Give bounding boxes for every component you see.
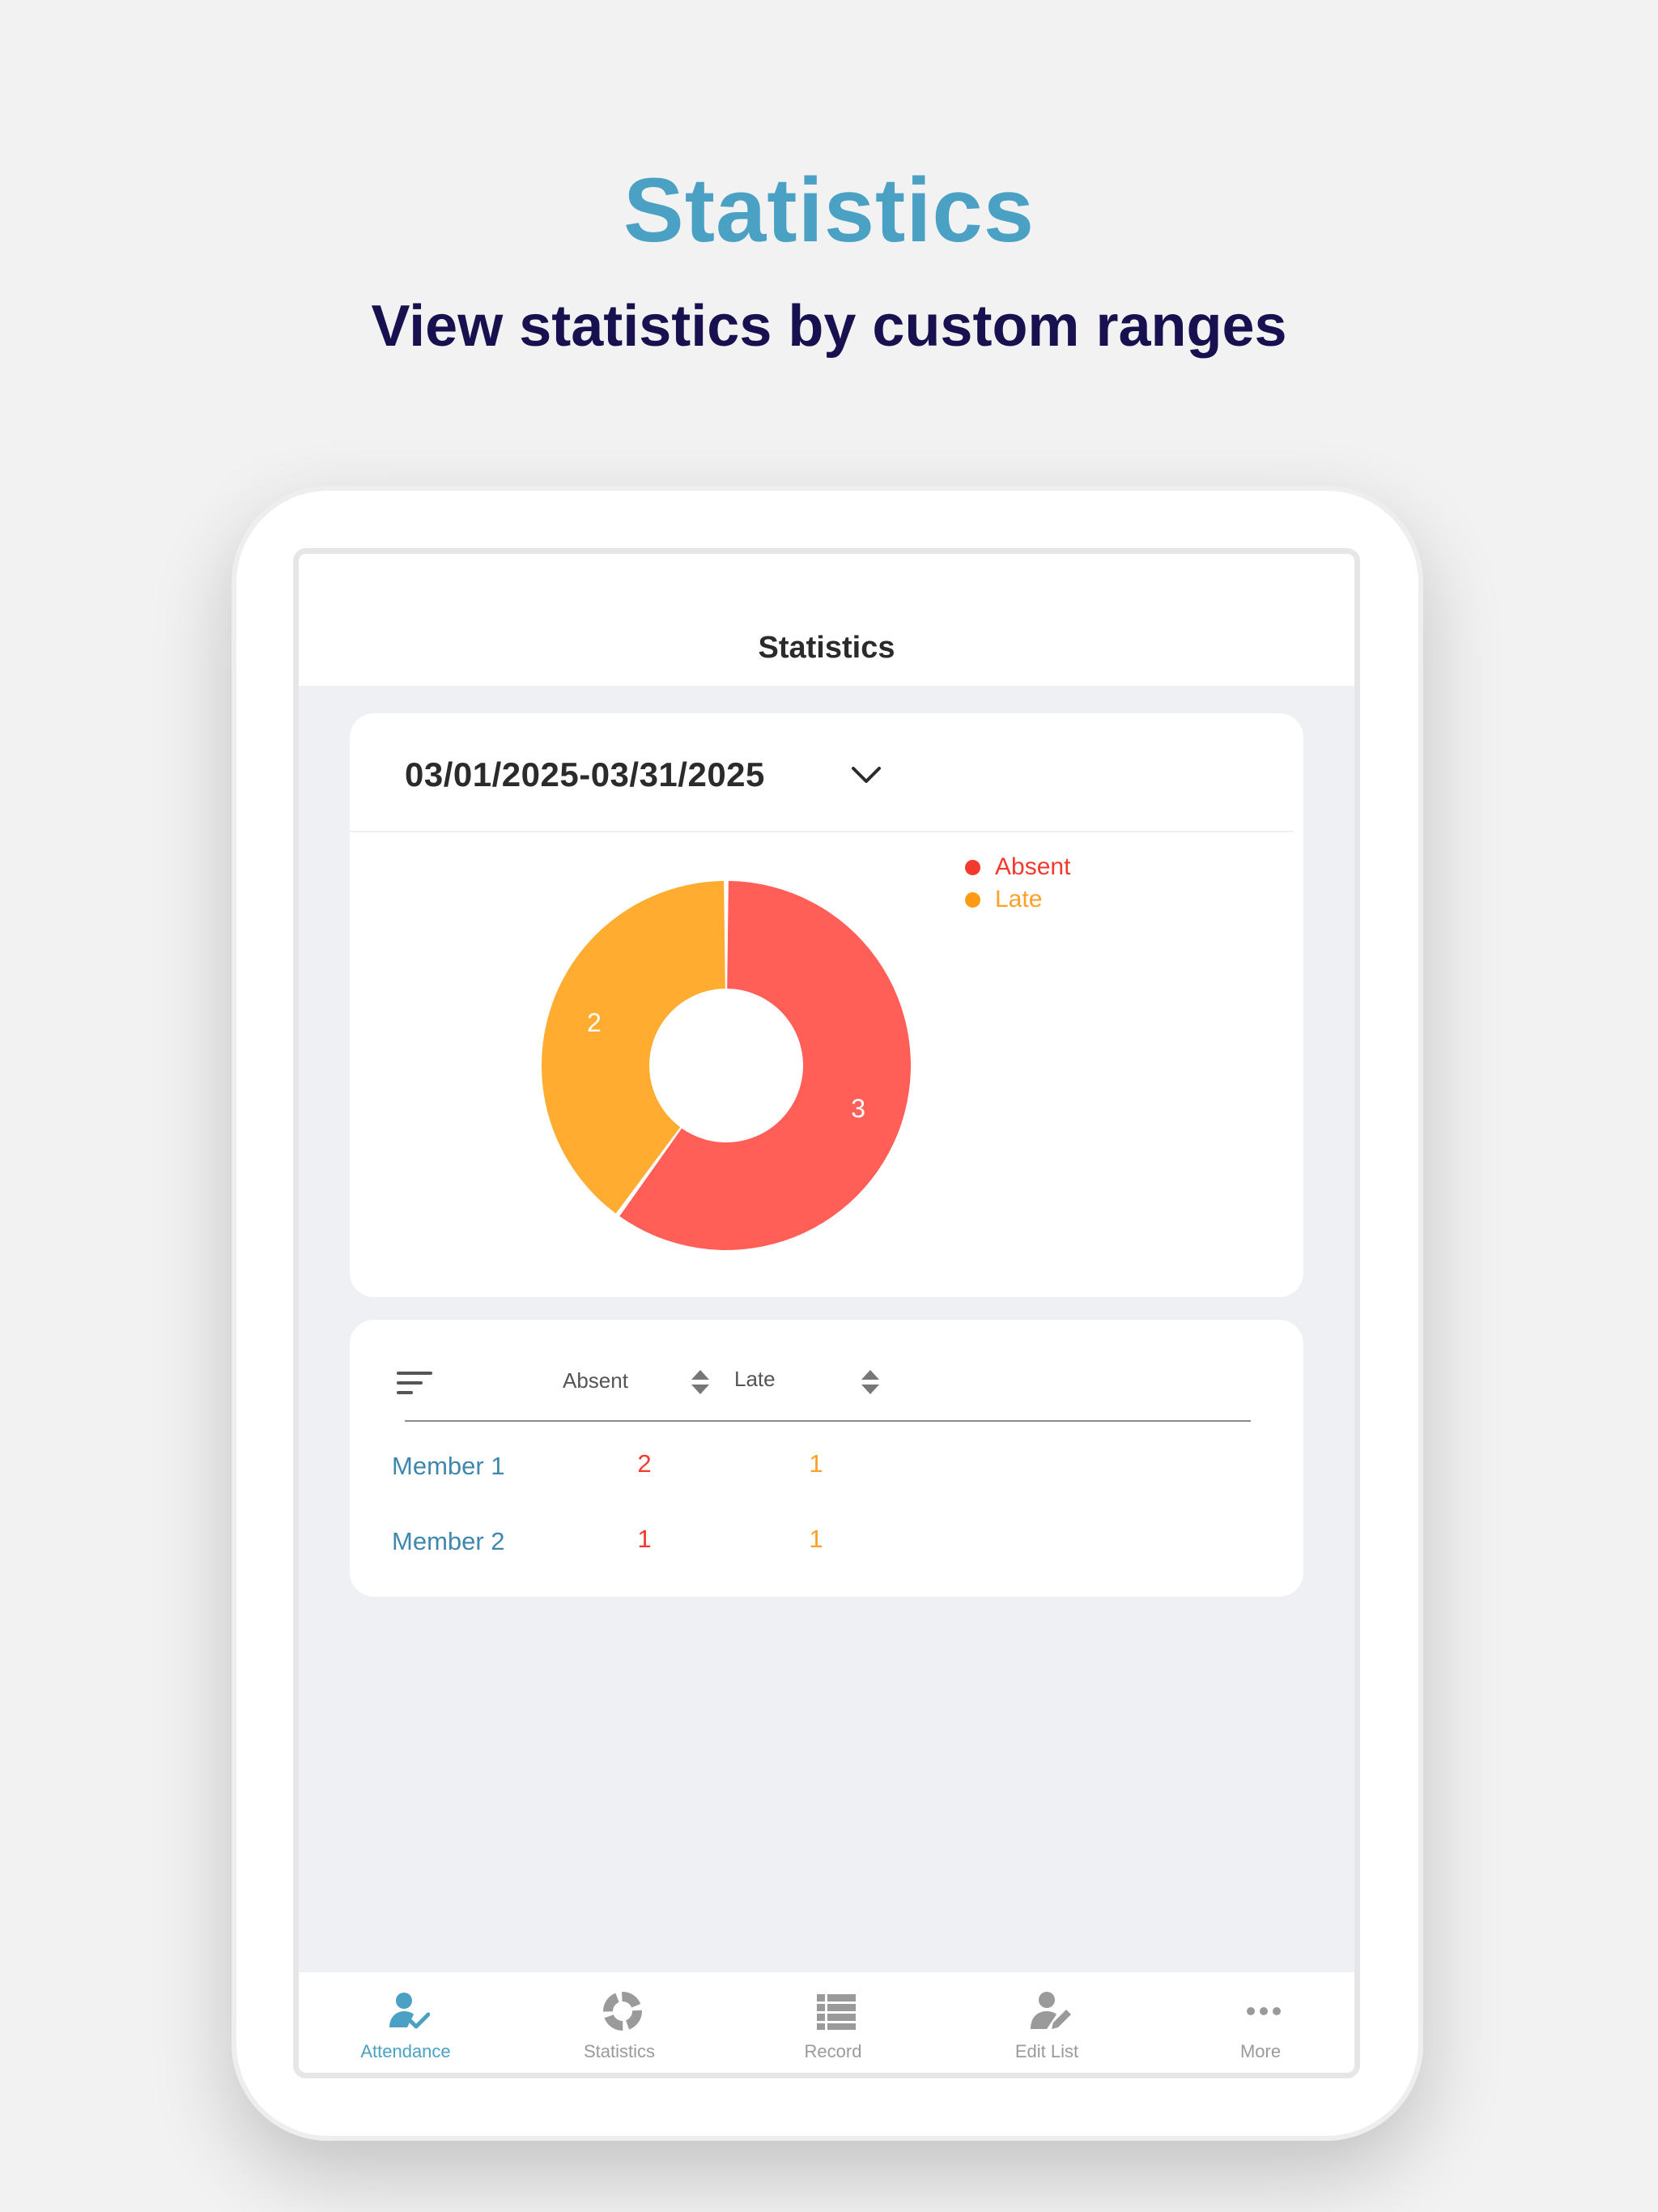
attendance-icon	[389, 1993, 430, 2029]
stats-table-card: Absent Late Member 1 2 1 Member 2 1 1	[350, 1320, 1303, 1597]
donut-value-label: 2	[587, 1008, 602, 1037]
sort-arrows-icon[interactable]	[860, 1368, 881, 1396]
tab-more[interactable]: More	[1154, 1972, 1354, 2073]
bottom-tab-bar: Attendance Statistics Record Edit List M…	[299, 1972, 1354, 2073]
page-title: Statistics	[758, 631, 895, 665]
column-header-absent[interactable]: Absent	[563, 1368, 628, 1393]
legend-label-absent: Absent	[995, 853, 1071, 880]
chart-card: 03/01/2025-03/31/2025 32 Absent Late	[350, 713, 1303, 1297]
member-name[interactable]: Member 1	[392, 1452, 505, 1481]
column-header-late[interactable]: Late	[734, 1367, 776, 1392]
statistics-icon	[603, 1992, 642, 2031]
app-header: Statistics	[299, 554, 1354, 686]
tab-label: More	[1239, 2041, 1282, 2061]
date-range-selector[interactable]: 03/01/2025-03/31/2025	[405, 755, 765, 794]
tab-label: Statistics	[583, 2041, 656, 2061]
tab-attendance[interactable]: Attendance	[299, 1972, 512, 2073]
tab-statistics[interactable]: Statistics	[512, 1972, 726, 2073]
hero-title: Statistics	[623, 160, 1035, 261]
legend-label-late: Late	[995, 886, 1043, 912]
chevron-down-icon[interactable]	[850, 764, 882, 788]
donut-value-label: 3	[851, 1094, 865, 1123]
sort-arrows-icon[interactable]	[690, 1368, 711, 1396]
absent-count: 2	[637, 1449, 652, 1478]
tab-edit-list[interactable]: Edit List	[940, 1972, 1154, 2073]
record-icon	[817, 1994, 856, 2030]
edit-list-icon	[1031, 1992, 1071, 2029]
chart-legend: Absent Late	[965, 851, 1070, 916]
table-header-divider	[405, 1420, 1251, 1422]
tab-label: Edit List	[1014, 2041, 1079, 2061]
late-count: 1	[809, 1525, 823, 1553]
legend-item-late[interactable]: Late	[965, 883, 1070, 916]
app-screen: Statistics 03/01/2025-03/31/2025 32 Abse…	[293, 548, 1360, 2078]
legend-dot-absent	[965, 859, 980, 875]
donut-chart: 32	[542, 881, 911, 1250]
legend-item-absent[interactable]: Absent	[965, 851, 1070, 883]
tab-label: Record	[804, 2041, 862, 2061]
tab-record[interactable]: Record	[726, 1972, 940, 2073]
member-name[interactable]: Member 2	[392, 1527, 505, 1556]
tablet-frame: Statistics 03/01/2025-03/31/2025 32 Abse…	[232, 486, 1423, 2141]
tab-label: Attendance	[360, 2041, 451, 2061]
sort-lines-icon[interactable]	[395, 1370, 434, 1396]
legend-dot-late	[965, 891, 980, 908]
hero-subtitle: View statistics by custom ranges	[371, 294, 1287, 359]
more-icon	[1247, 2007, 1281, 2015]
absent-count: 1	[637, 1525, 652, 1553]
late-count: 1	[809, 1449, 823, 1478]
card-divider	[350, 831, 1294, 832]
